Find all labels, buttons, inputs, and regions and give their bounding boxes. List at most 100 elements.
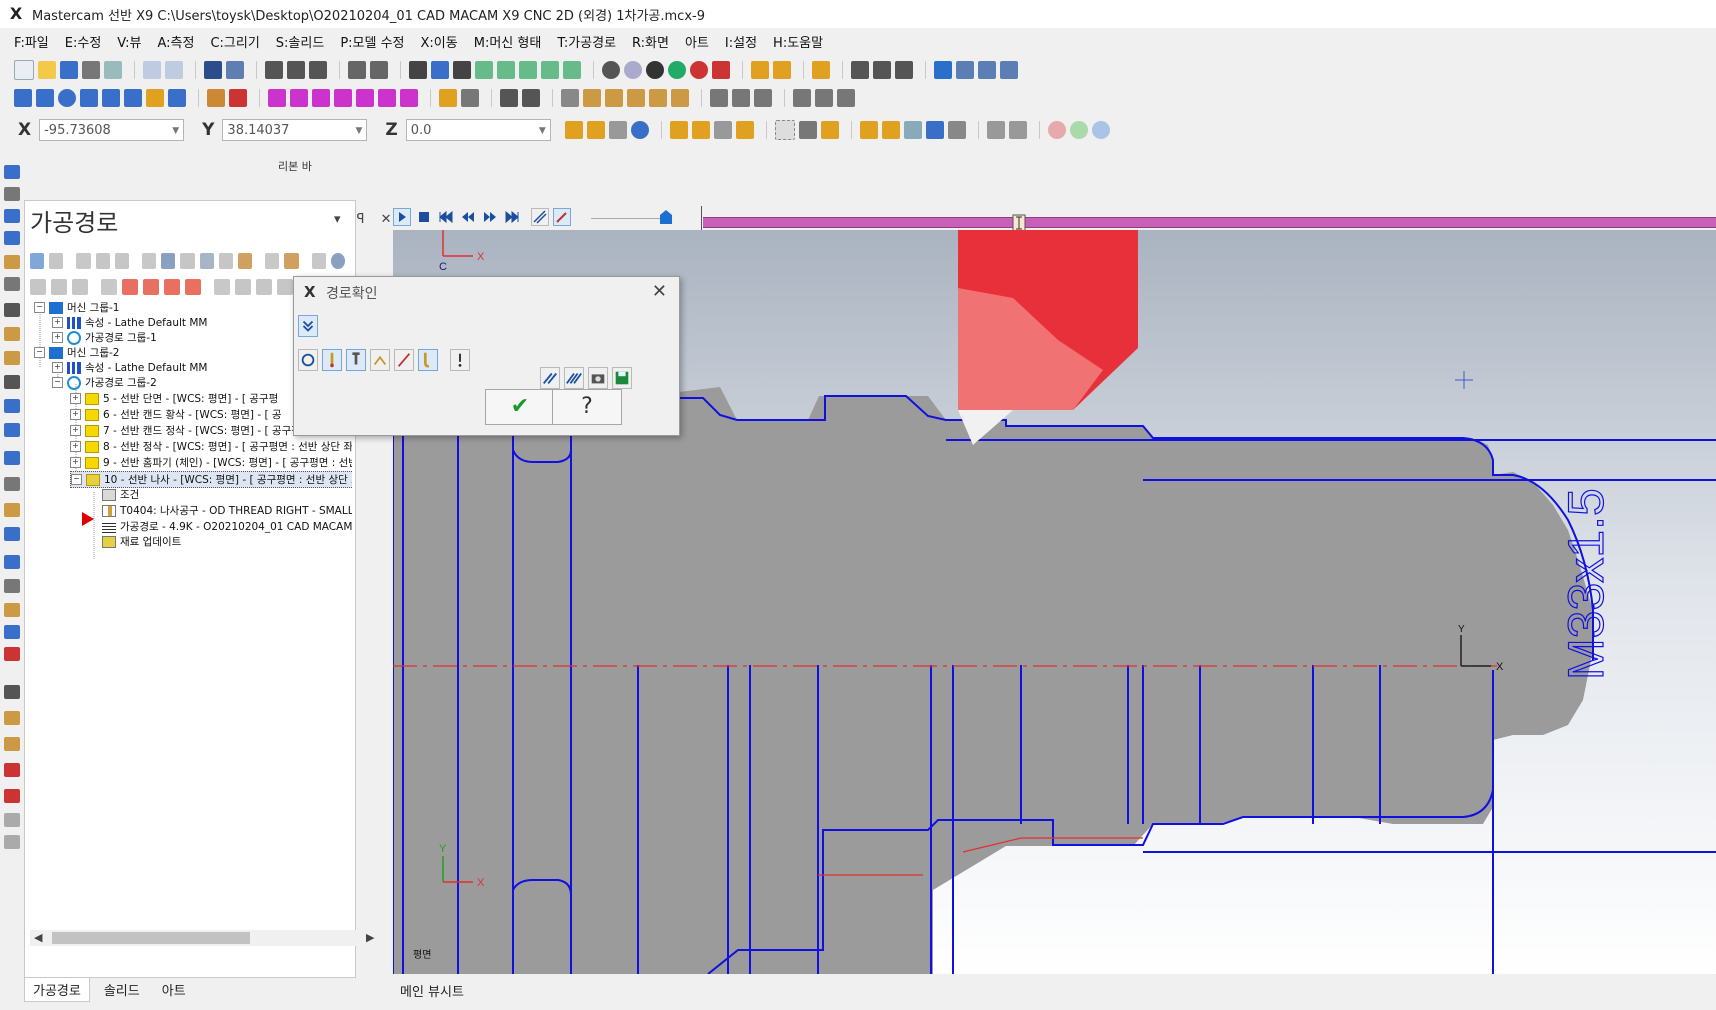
menu-screen[interactable]: R:화면	[632, 32, 669, 51]
chuck-icon[interactable]	[815, 89, 833, 107]
scroll-to-icon[interactable]	[185, 279, 201, 295]
loft-icon[interactable]	[649, 89, 667, 107]
trace-mode-icon[interactable]	[531, 208, 549, 226]
chevron-down-icon[interactable]: ▼	[539, 120, 546, 142]
scroll-left-icon[interactable]: ◀	[34, 931, 42, 944]
expand-icon[interactable]: +	[70, 425, 81, 436]
camera-icon[interactable]	[588, 367, 608, 389]
tool-display-icon[interactable]	[553, 208, 571, 226]
speed-slider[interactable]	[591, 218, 661, 219]
quick-icon[interactable]	[4, 527, 20, 541]
chevron-down-icon[interactable]: ▼	[356, 120, 363, 142]
insert-arrow-icon[interactable]	[164, 279, 180, 295]
step-forward-icon[interactable]	[481, 208, 499, 226]
menu-create[interactable]: C:그리기	[210, 32, 259, 51]
stop-icon[interactable]	[415, 208, 433, 226]
tree-node-op-9[interactable]: +9 - 선반 홈파기 (체인) - [WCS: 평면] - [ 공구평면 : …	[70, 455, 352, 470]
planes-icon[interactable]	[732, 89, 750, 107]
undo-icon[interactable]	[143, 61, 161, 79]
menu-solids[interactable]: S:솔리드	[276, 32, 325, 51]
fillet-icon[interactable]	[102, 89, 120, 107]
select-body-icon[interactable]	[903, 121, 922, 139]
sum-icon[interactable]	[978, 61, 996, 79]
cycle-icon[interactable]	[4, 737, 20, 751]
view-iso-icon[interactable]	[541, 61, 559, 79]
save-icon[interactable]	[60, 61, 78, 79]
view-right-icon[interactable]	[519, 61, 537, 79]
solid-icon[interactable]	[605, 89, 623, 107]
menu-machine-type[interactable]: M:머신 형태	[474, 32, 542, 51]
new-file-icon[interactable]	[14, 60, 34, 80]
select-dirty-ops-icon[interactable]	[49, 253, 64, 269]
tailstock-setup-icon[interactable]	[4, 399, 20, 413]
simulate-icon[interactable]	[199, 253, 214, 269]
cross-mill-icon[interactable]	[4, 789, 20, 803]
cancel-circle-icon[interactable]	[1047, 121, 1066, 139]
select-all-ops-icon[interactable]	[30, 253, 45, 269]
lock-icon[interactable]	[30, 279, 46, 295]
go-start-icon[interactable]	[437, 208, 455, 226]
chuck-setup-icon[interactable]	[4, 375, 20, 389]
select-face-icon[interactable]	[859, 121, 878, 139]
tree-node-tool[interactable]: T0404: 나사공구 - OD THREAD RIGHT - SMALL	[102, 503, 352, 518]
mask-check-icon[interactable]	[1008, 121, 1027, 139]
more-ops-icon[interactable]	[4, 835, 20, 849]
dimension-icon[interactable]	[895, 61, 913, 79]
stock-transfer-icon[interactable]	[4, 647, 20, 661]
menu-toolpaths[interactable]: T:가공경로	[557, 32, 616, 51]
quick-verify-icon[interactable]	[418, 349, 438, 371]
tab-solids[interactable]: 솔리드	[96, 978, 148, 1002]
lathe-face-icon[interactable]	[4, 187, 20, 201]
lathe-icon[interactable]	[4, 165, 20, 179]
tree-node-toolpath-group-2[interactable]: − 가공경로 그룹-2	[52, 375, 157, 390]
collapse-icon[interactable]: −	[34, 302, 45, 313]
menu-xform[interactable]: X:이동	[421, 32, 458, 51]
backplot-timeline[interactable]	[703, 217, 1716, 228]
box-icon[interactable]	[671, 89, 689, 107]
help-button[interactable]: ?	[552, 389, 622, 425]
help-circle-icon[interactable]	[330, 253, 346, 269]
delete-icon[interactable]	[229, 89, 247, 107]
shaded-icon[interactable]	[624, 61, 642, 79]
expand-icon[interactable]: +	[52, 332, 63, 343]
wcs-icon[interactable]	[710, 89, 728, 107]
select-all-icon[interactable]	[669, 121, 688, 139]
tool-display-icon[interactable]	[322, 349, 342, 371]
measure-icon[interactable]	[461, 89, 479, 107]
mill-toolpath-icon[interactable]	[4, 763, 20, 777]
toggle-posting-icon[interactable]	[72, 279, 88, 295]
axis-sub-icon[interactable]	[4, 813, 20, 827]
expand-icon[interactable]: +	[70, 457, 81, 468]
step-display-icon[interactable]	[540, 367, 560, 389]
pan-icon[interactable]	[431, 61, 449, 79]
verify-selection-icon[interactable]	[947, 121, 966, 139]
display-mode-icon[interactable]	[298, 349, 318, 371]
window-select-icon[interactable]	[774, 120, 795, 140]
tree-node-machine-group-1[interactable]: − 머신 그룹-1	[34, 300, 119, 315]
repaint-icon[interactable]	[226, 61, 244, 79]
scrollbar-thumb[interactable]	[52, 932, 250, 944]
options-icon[interactable]	[934, 61, 952, 79]
misc-ops-icon[interactable]	[4, 685, 20, 699]
unzoom-icon[interactable]	[348, 61, 366, 79]
tree-node-parameters[interactable]: 조건	[102, 487, 139, 502]
collapse-icon[interactable]: −	[71, 474, 82, 485]
view-select-icon[interactable]	[563, 61, 581, 79]
break-icon[interactable]	[207, 89, 225, 107]
fit-icon[interactable]	[204, 61, 222, 79]
backplot-icon[interactable]	[161, 253, 176, 269]
menu-settings[interactable]: I:설정	[725, 32, 757, 51]
collapse-icon[interactable]	[256, 279, 272, 295]
menu-model-prep[interactable]: P:모델 수정	[340, 32, 404, 51]
collapse-icon[interactable]: −	[52, 377, 63, 388]
tree-node-toolpath[interactable]: 가공경로 - 4.9K - O20210204_01 CAD MACAM X9 …	[102, 519, 352, 534]
rotate-icon[interactable]	[409, 61, 427, 79]
analyze-icon[interactable]	[812, 61, 830, 79]
wireframe-icon[interactable]	[602, 61, 620, 79]
expand-dialog-icon[interactable]	[298, 315, 318, 337]
rectangle-icon[interactable]	[80, 89, 98, 107]
query-icon[interactable]	[851, 61, 869, 79]
post-g1-icon[interactable]	[218, 253, 234, 269]
save-icon[interactable]	[612, 367, 632, 389]
dimension-vertical-icon[interactable]	[522, 89, 540, 107]
